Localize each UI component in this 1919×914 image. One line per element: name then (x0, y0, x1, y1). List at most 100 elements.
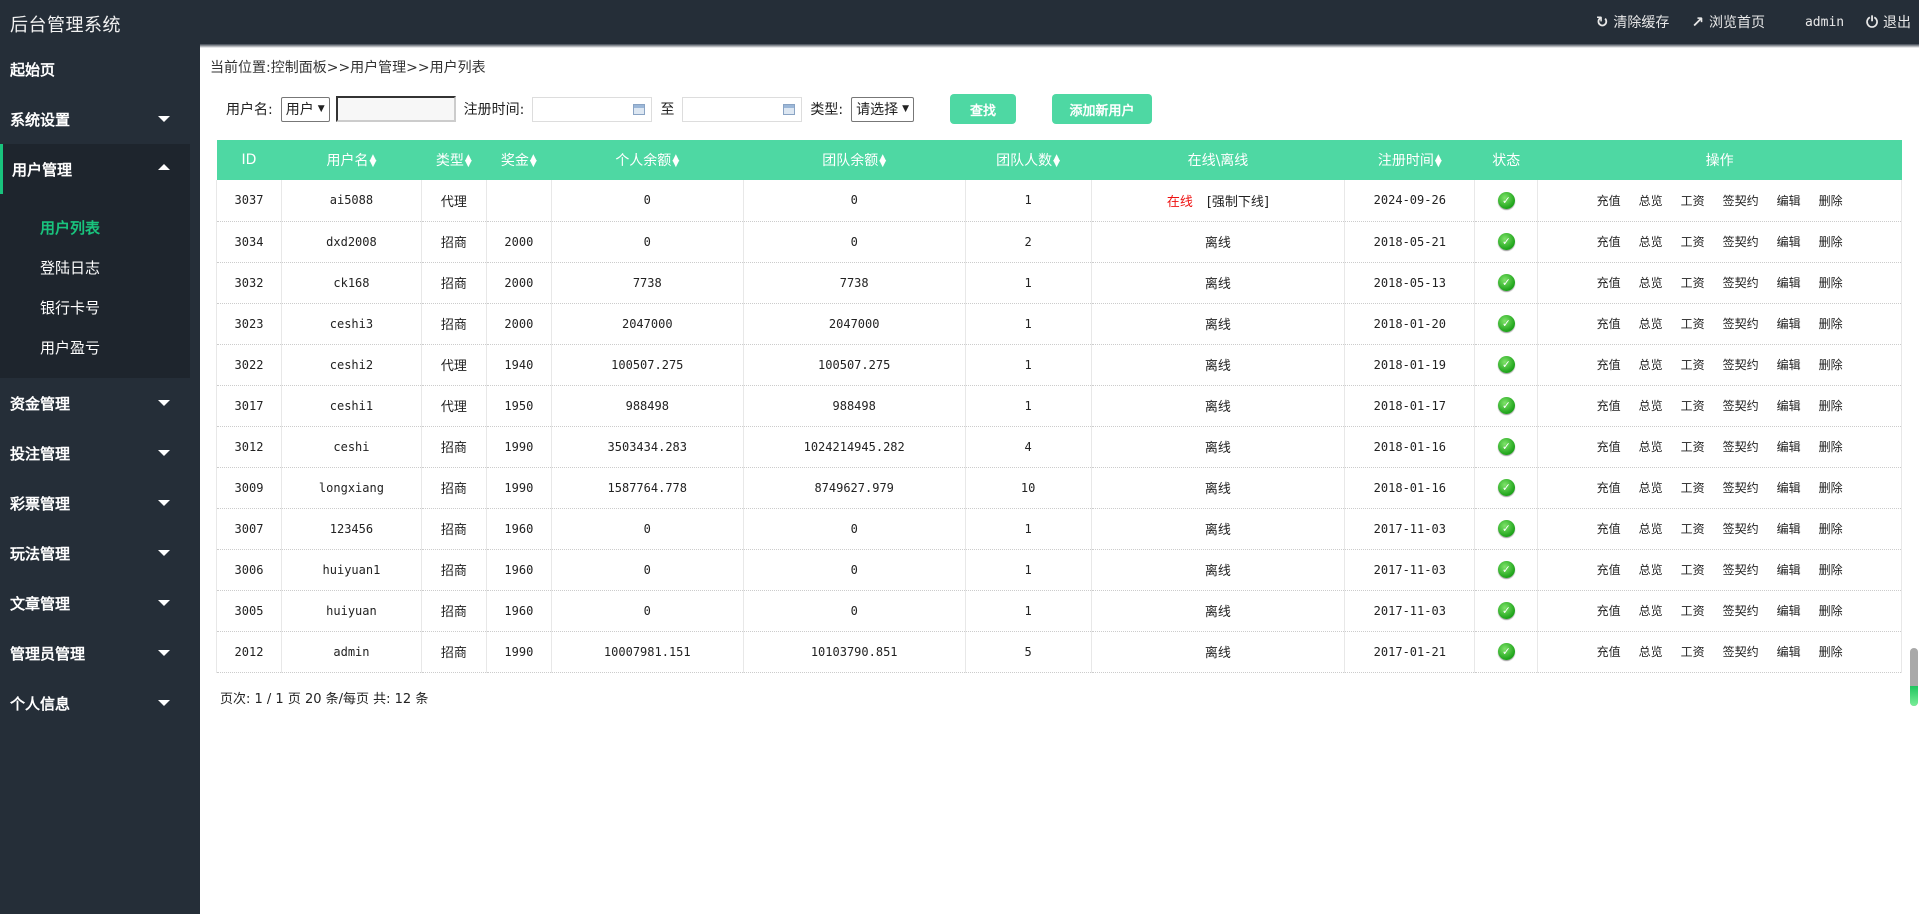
sidebar-subitem[interactable]: 用户列表 (0, 208, 190, 248)
type-select[interactable]: 请选择 ▼ (851, 96, 914, 122)
sidebar-item[interactable]: 投注管理 (0, 428, 200, 478)
action-link[interactable]: 删除 (1819, 645, 1843, 659)
action-link[interactable]: 总览 (1639, 276, 1663, 290)
sidebar-item[interactable]: 起始页 (0, 44, 200, 94)
action-link[interactable]: 充值 (1597, 235, 1621, 249)
search-button[interactable]: 查找 (950, 94, 1016, 124)
action-link[interactable]: 总览 (1639, 194, 1663, 208)
action-link[interactable]: 删除 (1819, 440, 1843, 454)
action-link[interactable]: 总览 (1639, 645, 1663, 659)
sidebar-item[interactable]: 玩法管理 (0, 528, 200, 578)
action-link[interactable]: 删除 (1819, 481, 1843, 495)
action-link[interactable]: 工资 (1681, 440, 1705, 454)
sidebar-item[interactable]: 管理员管理 (0, 628, 200, 678)
action-link[interactable]: 总览 (1639, 563, 1663, 577)
action-link[interactable]: 总览 (1639, 604, 1663, 618)
sort-icon[interactable]: ▲ ▼ (1435, 154, 1442, 169)
action-link[interactable]: 签契约 (1723, 276, 1759, 290)
action-link[interactable]: 删除 (1819, 563, 1843, 577)
column-header[interactable]: 注册时间▲ ▼ (1344, 140, 1475, 180)
action-link[interactable]: 编辑 (1777, 194, 1801, 208)
action-link[interactable]: 编辑 (1777, 276, 1801, 290)
action-link[interactable]: 编辑 (1777, 358, 1801, 372)
action-link[interactable]: 签契约 (1723, 440, 1759, 454)
action-link[interactable]: 充值 (1597, 194, 1621, 208)
action-link[interactable]: 删除 (1819, 194, 1843, 208)
action-link[interactable]: 编辑 (1777, 317, 1801, 331)
action-link[interactable]: 编辑 (1777, 235, 1801, 249)
action-link[interactable]: 充值 (1597, 317, 1621, 331)
calendar-icon[interactable] (633, 103, 646, 115)
add-user-button[interactable]: 添加新用户 (1052, 94, 1152, 124)
action-link[interactable]: 签契约 (1723, 604, 1759, 618)
sort-icon[interactable]: ▲ ▼ (672, 154, 679, 169)
action-link[interactable]: 删除 (1819, 317, 1843, 331)
action-link[interactable]: 充值 (1597, 645, 1621, 659)
sidebar-item[interactable]: 彩票管理 (0, 478, 200, 528)
action-link[interactable]: 编辑 (1777, 645, 1801, 659)
action-link[interactable]: 编辑 (1777, 604, 1801, 618)
force-offline-link[interactable]: [强制下线] (1207, 195, 1269, 210)
action-link[interactable]: 删除 (1819, 522, 1843, 536)
action-link[interactable]: 编辑 (1777, 563, 1801, 577)
date-to-input[interactable] (682, 96, 803, 122)
action-link[interactable]: 签契约 (1723, 522, 1759, 536)
action-link[interactable]: 删除 (1819, 399, 1843, 413)
sidebar-subitem[interactable]: 用户盈亏 (0, 328, 190, 368)
action-link[interactable]: 签契约 (1723, 194, 1759, 208)
action-link[interactable]: 充值 (1597, 604, 1621, 618)
sort-icon[interactable]: ▲ ▼ (530, 154, 537, 169)
action-link[interactable]: 编辑 (1777, 522, 1801, 536)
action-link[interactable]: 总览 (1639, 522, 1663, 536)
action-link[interactable]: 签契约 (1723, 563, 1759, 577)
action-link[interactable]: 工资 (1681, 276, 1705, 290)
clear-cache-button[interactable]: ↻ 清除缓存 (1596, 12, 1670, 32)
action-link[interactable]: 充值 (1597, 481, 1621, 495)
sidebar-item[interactable]: 系统设置 (0, 94, 200, 144)
column-header[interactable]: 团队人数▲ ▼ (965, 140, 1092, 180)
action-link[interactable]: 充值 (1597, 276, 1621, 290)
action-link[interactable]: 签契约 (1723, 235, 1759, 249)
sort-icon[interactable]: ▲ ▼ (465, 154, 472, 169)
action-link[interactable]: 签契约 (1723, 645, 1759, 659)
action-link[interactable]: 工资 (1681, 317, 1705, 331)
action-link[interactable]: 工资 (1681, 522, 1705, 536)
sidebar-subitem[interactable]: 登陆日志 (0, 248, 190, 288)
action-link[interactable]: 工资 (1681, 235, 1705, 249)
sidebar-subitem[interactable]: 银行卡号 (0, 288, 190, 328)
action-link[interactable]: 签契约 (1723, 317, 1759, 331)
action-link[interactable]: 总览 (1639, 235, 1663, 249)
date-from-input[interactable] (532, 96, 653, 122)
column-header[interactable]: 用户名▲ ▼ (281, 140, 422, 180)
username-type-select[interactable]: 用户 ▼ (280, 96, 330, 122)
action-link[interactable]: 工资 (1681, 563, 1705, 577)
sidebar-item[interactable]: 文章管理 (0, 578, 200, 628)
action-link[interactable]: 充值 (1597, 563, 1621, 577)
username-input[interactable] (335, 96, 456, 122)
action-link[interactable]: 编辑 (1777, 481, 1801, 495)
action-link[interactable]: 充值 (1597, 399, 1621, 413)
sort-icon[interactable]: ▲ ▼ (879, 154, 886, 169)
browse-home-button[interactable]: ↗ 浏览首页 (1691, 12, 1765, 32)
sidebar-item[interactable]: 用户管理 (0, 144, 190, 194)
action-link[interactable]: 签契约 (1723, 399, 1759, 413)
scrollbar-thumb[interactable] (1910, 686, 1918, 706)
action-link[interactable]: 删除 (1819, 235, 1843, 249)
action-link[interactable]: 工资 (1681, 604, 1705, 618)
column-header[interactable]: 团队余额▲ ▼ (743, 140, 966, 180)
action-link[interactable]: 工资 (1681, 399, 1705, 413)
action-link[interactable]: 总览 (1639, 317, 1663, 331)
column-header[interactable]: 奖金▲ ▼ (486, 140, 552, 180)
action-link[interactable]: 总览 (1639, 399, 1663, 413)
column-header[interactable]: 个人余额▲ ▼ (551, 140, 744, 180)
action-link[interactable]: 充值 (1597, 522, 1621, 536)
action-link[interactable]: 总览 (1639, 358, 1663, 372)
action-link[interactable]: 工资 (1681, 645, 1705, 659)
column-header[interactable]: 类型▲ ▼ (421, 140, 487, 180)
sidebar-item[interactable]: 个人信息 (0, 678, 200, 728)
calendar-icon[interactable] (783, 103, 796, 115)
action-link[interactable]: 编辑 (1777, 399, 1801, 413)
action-link[interactable]: 删除 (1819, 358, 1843, 372)
action-link[interactable]: 工资 (1681, 194, 1705, 208)
action-link[interactable]: 总览 (1639, 481, 1663, 495)
